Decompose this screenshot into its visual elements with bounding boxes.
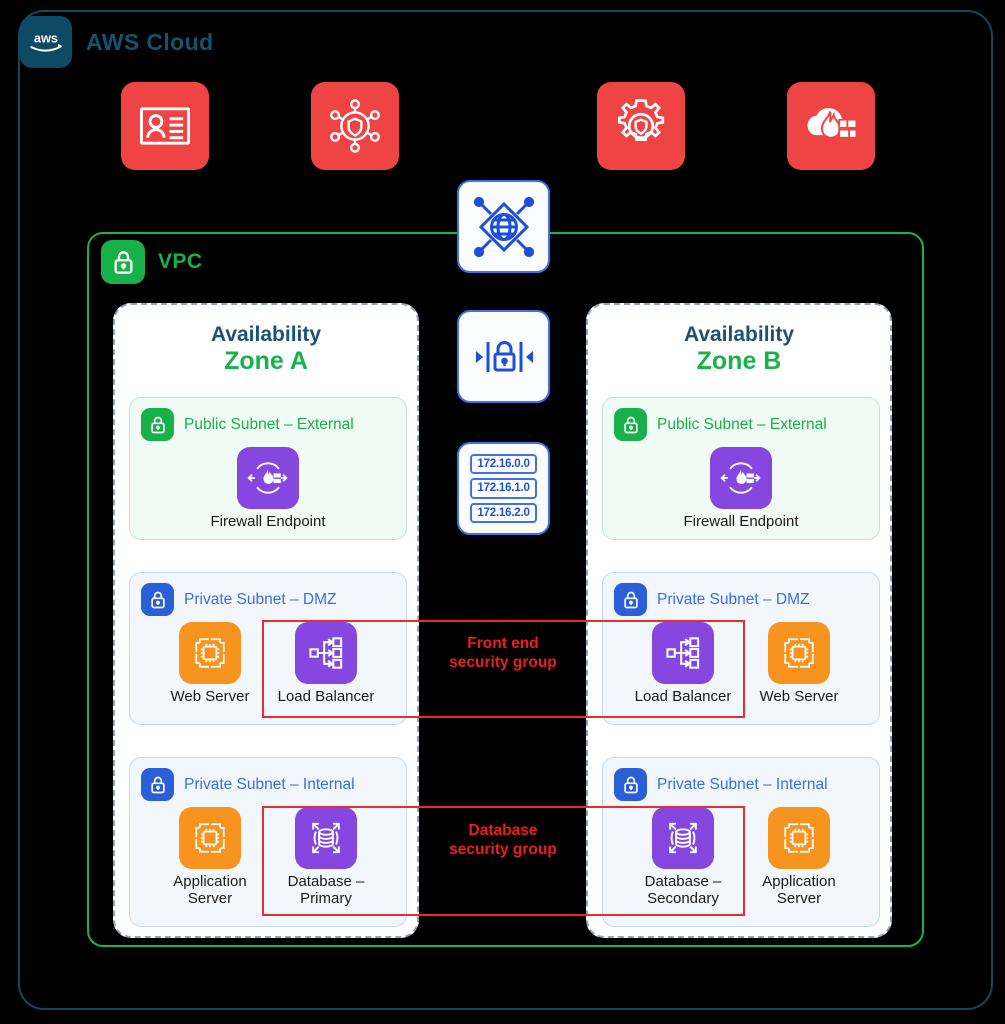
resource-label: Web Server — [170, 688, 250, 705]
resource-firewall-endpoint: Firewall Endpoint — [683, 447, 799, 531]
resource-label: Web Server — [759, 688, 839, 705]
subnet-label: Private Subnet – Internal — [657, 775, 828, 793]
aws-cloud-header: aws AWS Cloud — [20, 16, 214, 68]
ec2-instance-icon — [179, 807, 241, 869]
aws-logo-icon: aws — [20, 16, 72, 68]
subnet-label: Private Subnet – DMZ — [657, 590, 810, 608]
firewall-endpoint-icon — [237, 447, 299, 509]
subnet-label: Private Subnet – DMZ — [184, 590, 337, 608]
ec2-instance-icon — [768, 807, 830, 869]
resource-application-server: Application Server — [156, 807, 264, 908]
vpc-title: VPC — [158, 250, 203, 273]
resource-web-server: Web Server — [156, 622, 264, 706]
cidr-block: 172.16.1.0 — [470, 478, 537, 499]
subnet-label: Public Subnet – External — [657, 415, 827, 433]
database-security-group-label: Database security group — [449, 822, 557, 859]
cidr-blocks-tile: 172.16.0.0 172.16.1.0 172.16.2.0 — [457, 442, 550, 535]
security-services-row — [0, 82, 1005, 170]
resource-label: Firewall Endpoint — [210, 513, 326, 530]
subnet-label: Private Subnet – Internal — [184, 775, 355, 793]
firewall-endpoint-icon — [710, 447, 772, 509]
vpc-header: VPC — [101, 240, 202, 284]
vpc-lock-icon — [101, 240, 145, 284]
ec2-instance-icon — [768, 622, 830, 684]
resource-firewall-endpoint: Firewall Endpoint — [210, 447, 326, 531]
cloud-firewall-icon — [787, 82, 875, 170]
az-b-public-subnet: Public Subnet – External Firewall Endpoi… — [602, 397, 880, 540]
resource-application-server: Application Server — [745, 807, 853, 908]
svg-text:aws: aws — [34, 31, 58, 45]
aws-cloud-title: AWS Cloud — [86, 28, 214, 55]
subnet-lock-icon — [614, 768, 647, 801]
az-a-title: Availability Zone A — [210, 323, 322, 376]
az-a-public-subnet: Public Subnet – External Firewall Endpoi… — [129, 397, 407, 540]
network-shield-icon — [311, 82, 399, 170]
subnet-label: Public Subnet – External — [184, 415, 354, 433]
resource-label: Application Server — [173, 873, 247, 907]
subnet-lock-icon — [614, 408, 647, 441]
cidr-block: 172.16.2.0 — [470, 502, 537, 524]
subnet-lock-icon — [141, 583, 174, 616]
resource-web-server: Web Server — [745, 622, 853, 706]
network-acl-tile — [457, 310, 550, 403]
internet-gateway-tile — [457, 180, 550, 273]
subnet-lock-icon — [614, 583, 647, 616]
gear-shield-icon — [597, 82, 685, 170]
identity-card-icon — [121, 82, 209, 170]
front-end-security-group-label: Front end security group — [449, 635, 557, 672]
cidr-block: 172.16.0.0 — [470, 453, 537, 475]
resource-label: Firewall Endpoint — [683, 513, 799, 530]
subnet-lock-icon — [141, 768, 174, 801]
subnet-lock-icon — [141, 408, 174, 441]
ec2-instance-icon — [179, 622, 241, 684]
az-b-title: Availability Zone B — [683, 323, 795, 376]
resource-label: Application Server — [762, 873, 836, 907]
diagram-canvas: aws AWS Cloud VPC 172.16.0.0 172.16.1.0 … — [0, 0, 1005, 1024]
